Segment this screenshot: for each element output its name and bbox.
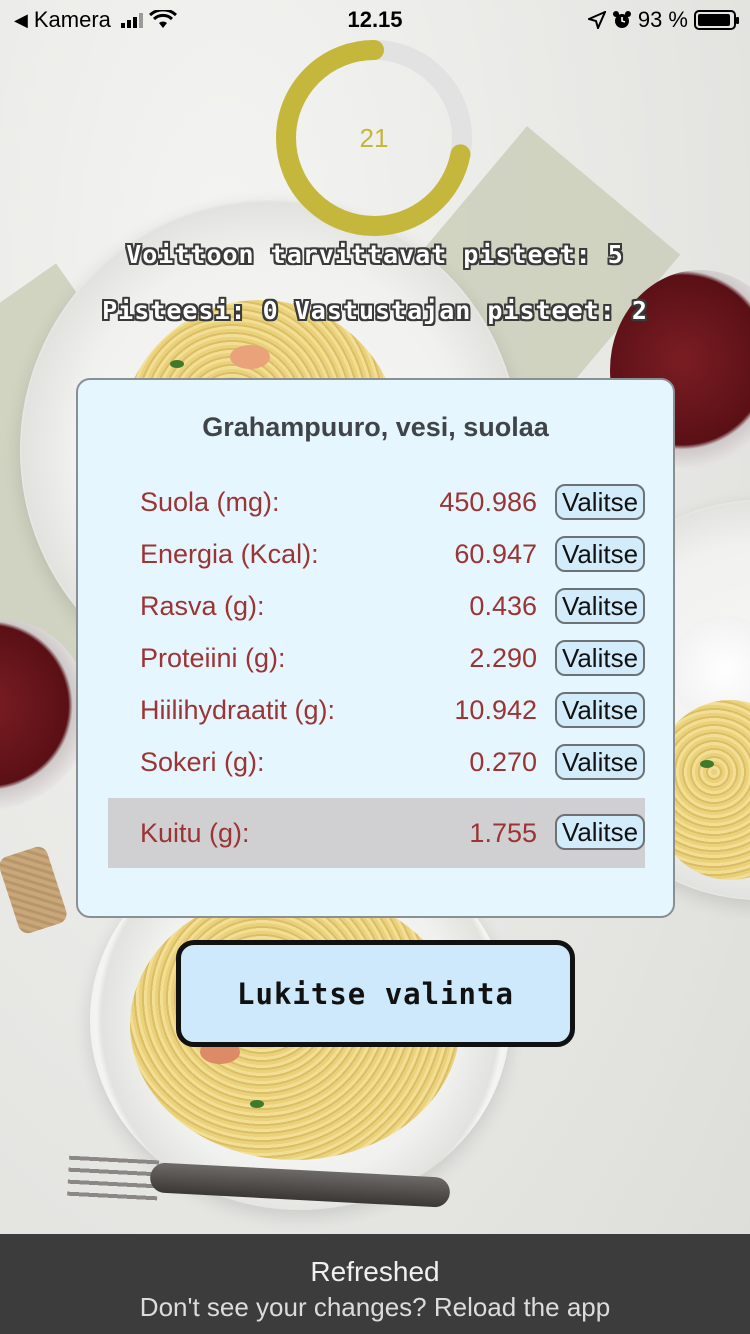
select-button-carbs[interactable]: Valitse xyxy=(555,692,645,728)
nutrient-value: 1.755 xyxy=(469,817,537,848)
nutrient-row-sugar: Sokeri (g): 0.270 Valitse xyxy=(108,736,645,788)
wifi-icon xyxy=(148,10,177,28)
score-line: Pisteesi: 0 Vastustajan pisteet: 2 xyxy=(102,296,648,325)
nutrient-label: Proteiini (g): xyxy=(140,642,286,673)
nutrient-row-protein: Proteiini (g): 2.290 Valitse xyxy=(108,632,645,684)
nutrient-row-fiber: Kuitu (g): 1.755 Valitse xyxy=(108,798,645,868)
select-button-salt[interactable]: Valitse xyxy=(555,484,645,520)
lock-choice-button[interactable]: Lukitse valinta xyxy=(176,940,575,1047)
toast-message: Don't see your changes? Reload the app xyxy=(139,1292,611,1322)
nutrient-label: Rasva (g): xyxy=(140,590,265,621)
timer-seconds: 21 xyxy=(359,122,389,153)
nutrient-value: 0.436 xyxy=(469,590,537,621)
select-button-protein[interactable]: Valitse xyxy=(555,640,645,676)
battery-icon xyxy=(694,10,739,30)
food-name: Grahampuuro, vesi, suolaa xyxy=(202,412,549,442)
nutrient-value: 2.290 xyxy=(469,642,537,673)
nutrient-label: Hiilihydraatit (g): xyxy=(140,694,336,725)
nutrient-value: 10.942 xyxy=(454,694,537,725)
back-arrow-icon[interactable]: ◀ xyxy=(14,10,28,31)
nutrient-value: 60.947 xyxy=(454,538,537,569)
toast-title: Refreshed xyxy=(310,1256,440,1287)
nutrient-value: 450.986 xyxy=(439,486,537,517)
food-card: Grahampuuro, vesi, suolaa Suola (mg): 45… xyxy=(76,378,675,918)
back-app-label[interactable]: Kamera xyxy=(34,7,111,33)
select-button-fat[interactable]: Valitse xyxy=(555,588,645,624)
nutrient-row-carbs: Hiilihydraatit (g): 10.942 Valitse xyxy=(108,684,645,736)
nutrient-label: Sokeri (g): xyxy=(140,746,265,777)
select-button-energy[interactable]: Valitse xyxy=(555,536,645,572)
nutrient-label: Kuitu (g): xyxy=(140,817,250,848)
nutrient-row-energy: Energia (Kcal): 60.947 Valitse xyxy=(108,528,645,580)
cellular-signal-icon xyxy=(120,12,143,28)
nutrient-list: Suola (mg): 450.986 Valitse Energia (Kca… xyxy=(108,476,645,868)
battery-fill xyxy=(698,14,730,26)
nutrient-label: Suola (mg): xyxy=(140,486,280,517)
battery-percent: 93 % xyxy=(637,7,688,32)
select-button-sugar[interactable]: Valitse xyxy=(555,744,645,780)
select-button-fiber[interactable]: Valitse xyxy=(555,814,645,850)
nutrient-value: 0.270 xyxy=(469,746,537,777)
nutrient-row-fat: Rasva (g): 0.436 Valitse xyxy=(108,580,645,632)
points-to-win: Voittoon tarvittavat pisteet: 5 xyxy=(126,240,624,269)
countdown-timer: 21 xyxy=(274,38,474,238)
status-bar: ◀ Kamera 12.15 93 % xyxy=(0,0,750,40)
nutrient-label: Energia (Kcal): xyxy=(140,538,319,569)
alarm-clock-icon xyxy=(612,11,631,28)
nutrient-row-salt: Suola (mg): 450.986 Valitse xyxy=(108,476,645,528)
refresh-toast[interactable]: Refreshed Don't see your changes? Reload… xyxy=(0,1234,750,1334)
location-arrow-icon xyxy=(587,11,606,29)
